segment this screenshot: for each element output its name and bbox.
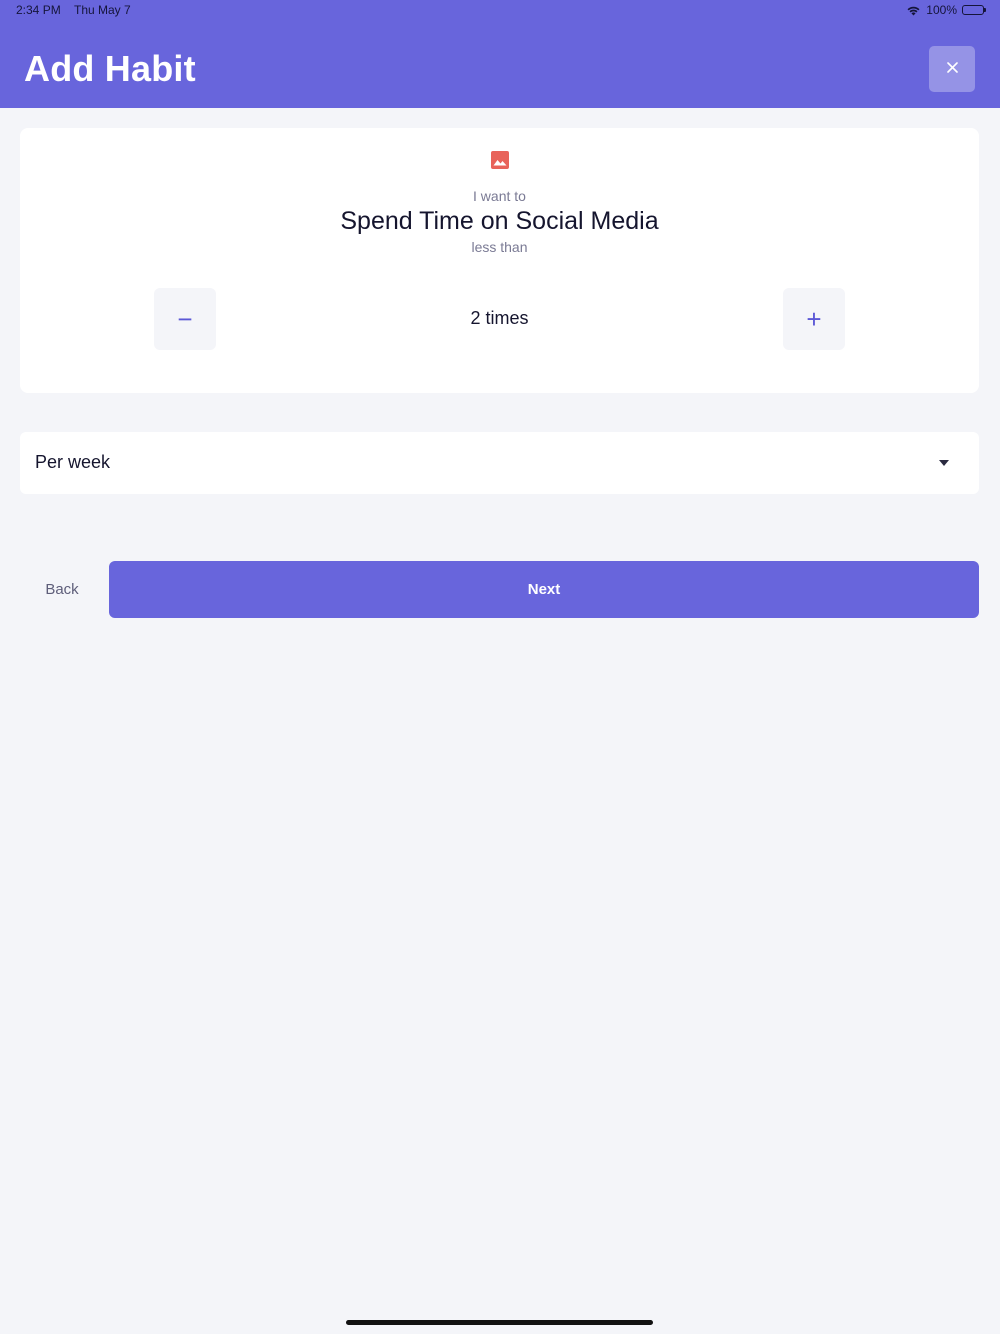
status-date: Thu May 7	[74, 3, 131, 17]
back-button[interactable]: Back	[20, 561, 104, 618]
battery-icon	[962, 5, 986, 15]
page-title: Add Habit	[24, 48, 196, 89]
battery-percent: 100%	[926, 3, 957, 17]
status-bar: 2:34 PM Thu May 7 100%	[0, 0, 1000, 20]
next-button[interactable]: Next	[109, 561, 979, 618]
frequency-selected-value: Per week	[35, 452, 111, 472]
status-indicators: 100%	[906, 3, 986, 17]
status-time: 2:34 PM	[16, 3, 61, 17]
caret-down-icon	[939, 460, 949, 466]
frequency-select[interactable]: Per week	[20, 432, 979, 494]
qualifier-label: less than	[471, 239, 528, 255]
habit-card: I want to Spend Time on Social Media les…	[20, 128, 979, 393]
wifi-icon	[906, 5, 921, 16]
intro-label: I want to	[473, 188, 526, 204]
header-bar: 2:34 PM Thu May 7 100% Add Habit	[0, 0, 1000, 108]
image-icon	[490, 150, 510, 170]
plus-icon: +	[806, 303, 822, 334]
increment-button[interactable]: +	[783, 288, 845, 350]
close-button[interactable]	[929, 46, 975, 92]
habit-name: Spend Time on Social Media	[340, 207, 659, 235]
close-icon	[946, 60, 958, 78]
home-indicator	[346, 1320, 653, 1325]
